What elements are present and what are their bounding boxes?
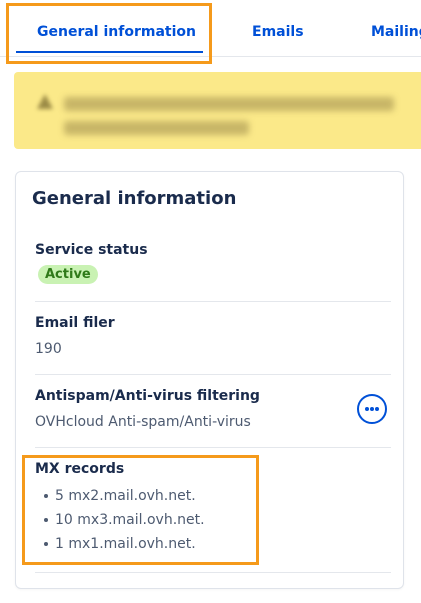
tab-bar: General information Emails Mailing [0,0,421,57]
divider [35,374,391,375]
divider [35,447,391,448]
email-filer-value: 190 [35,341,62,357]
general-information-card: General information Service status Activ… [15,171,404,589]
page: General information Emails Mailing Gener… [0,0,421,603]
mx-record-text: 1 mx1.mail.ovh.net. [55,536,196,552]
bullet-icon [44,518,48,522]
tab-mailing[interactable]: Mailing [371,0,421,56]
divider [35,301,391,302]
bullet-icon [44,542,48,546]
mx-record-text: 10 mx3.mail.ovh.net. [55,512,205,528]
email-filer-label: Email filer [35,315,115,331]
antispam-section: Antispam/Anti-virus filtering OVHcloud A… [35,387,391,431]
service-status-section: Service status Active [35,241,391,284]
card-title: General information [32,188,237,209]
info-banner [14,72,421,149]
antispam-label: Antispam/Anti-virus filtering [35,388,260,404]
status-badge: Active [38,265,98,284]
tab-general-information[interactable]: General information [37,0,205,56]
active-tab-indicator [16,51,203,53]
list-item: 10 mx3.mail.ovh.net. [35,508,391,532]
divider [35,572,391,573]
more-options-icon [365,407,379,411]
bullet-icon [44,494,48,498]
email-filer-section: Email filer 190 [35,314,391,358]
banner-text-obscured [64,92,421,135]
mx-records-list: 5 mx2.mail.ovh.net. 10 mx3.mail.ovh.net.… [35,484,391,556]
tab-emails[interactable]: Emails [252,0,304,56]
mx-records-section: MX records 5 mx2.mail.ovh.net. 10 mx3.ma… [35,460,391,556]
warning-icon [37,94,53,109]
mx-records-label: MX records [35,461,125,477]
antispam-value: OVHcloud Anti-spam/Anti-virus [35,414,251,430]
service-status-label: Service status [35,242,148,258]
list-item: 1 mx1.mail.ovh.net. [35,532,391,556]
mx-record-text: 5 mx2.mail.ovh.net. [55,488,196,504]
more-options-button[interactable] [357,394,387,424]
list-item: 5 mx2.mail.ovh.net. [35,484,391,508]
